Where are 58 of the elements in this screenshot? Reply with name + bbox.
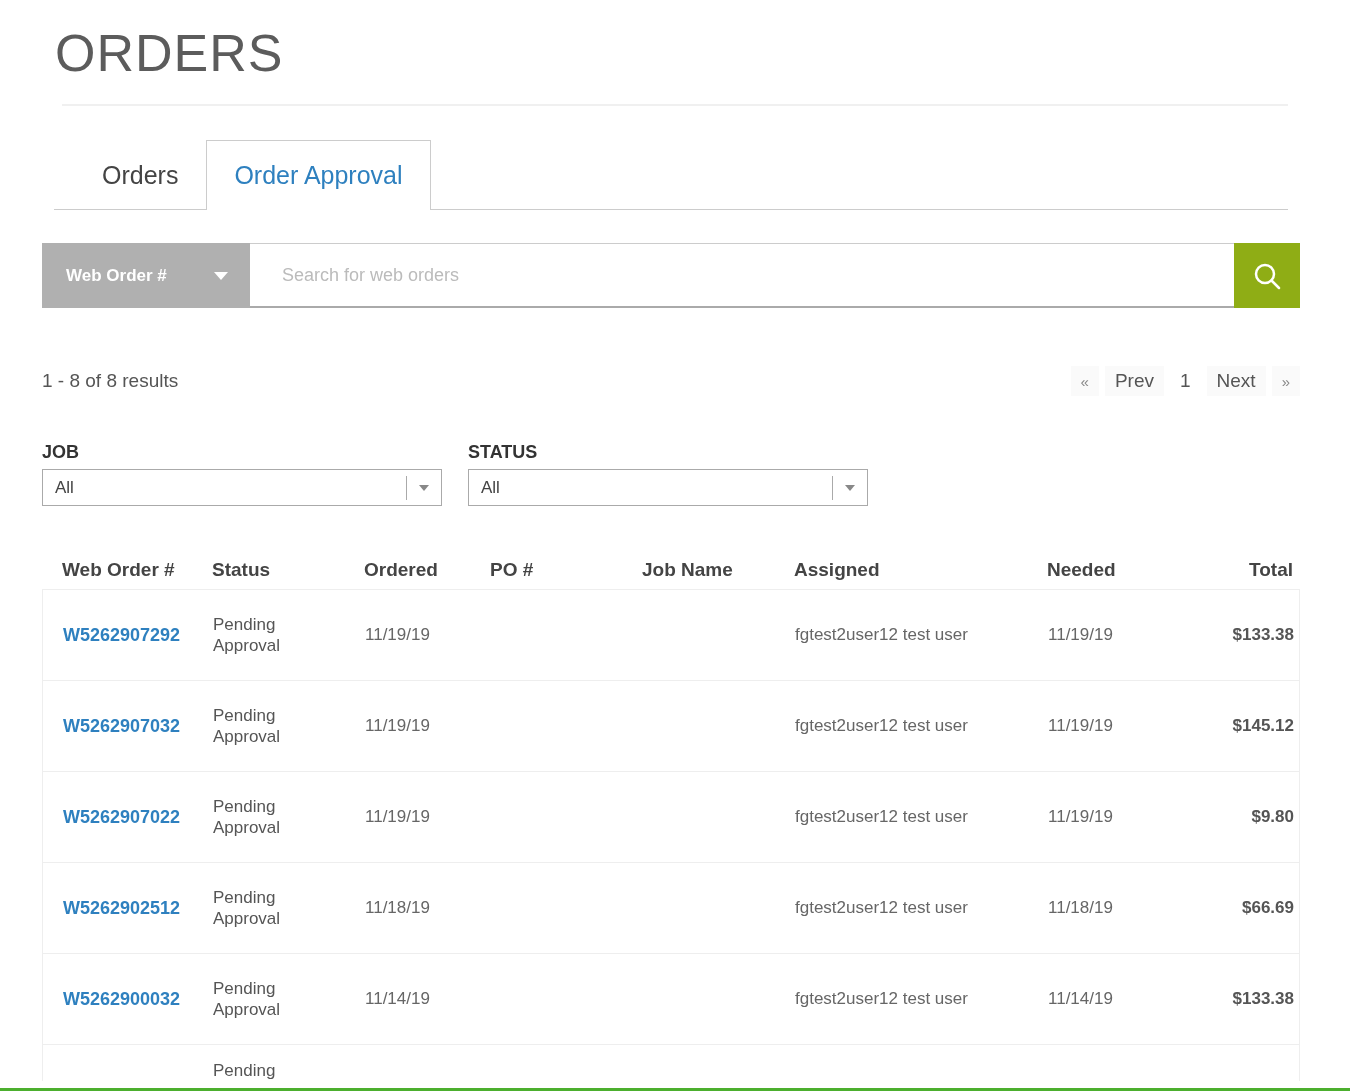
filter-label: JOB	[42, 442, 80, 463]
order-link[interactable]: W5262907032	[63, 715, 181, 736]
order-link[interactable]: W5262907292	[63, 624, 181, 645]
caret-icon	[419, 484, 429, 491]
column-header: Status	[212, 559, 272, 581]
caret-icon	[845, 484, 855, 491]
search-field[interactable]: Search for web orders	[250, 243, 1234, 308]
total-cell: $66.69	[1242, 898, 1294, 917]
date-cell: 11/18/19	[1048, 898, 1113, 917]
status-cell-text: Pending Approval	[213, 796, 282, 838]
last-page-link[interactable]: »	[1271, 366, 1300, 396]
order-link[interactable]: W5262902512	[63, 897, 181, 918]
status-cell-text: Pending Approval	[213, 887, 282, 929]
prev-link[interactable]: Prev	[1104, 366, 1164, 396]
order-link[interactable]: W5262900032	[63, 988, 181, 1009]
first-page-link[interactable]: «	[1070, 366, 1099, 396]
assigned-cell: fgtest2user12 test user	[795, 625, 968, 644]
date-cell: 11/19/19	[365, 716, 430, 735]
assigned-cell: fgtest2user12 test user	[795, 807, 968, 826]
date-cell: 11/19/19	[1048, 807, 1113, 826]
date-cell: 11/19/19	[1048, 716, 1113, 735]
total-cell: $133.38	[1232, 625, 1294, 644]
column-header: PO #	[490, 559, 535, 581]
column-header: Web Order #	[62, 559, 176, 581]
filter-label: STATUS	[468, 442, 539, 463]
status-cell-text: Pending	[213, 1060, 277, 1081]
tab[interactable]: Orders	[54, 140, 207, 210]
date-cell: 11/19/19	[365, 625, 430, 644]
status-cell-text: Pending Approval	[213, 705, 282, 747]
column-header: Ordered	[364, 559, 439, 581]
order-link[interactable]: W5262907022	[63, 806, 181, 827]
status-cell-text: Pending Approval	[213, 614, 282, 656]
results-count: 1 - 8 of 8 results	[42, 370, 179, 392]
column-header: Job Name	[642, 559, 734, 581]
total-cell: $9.80	[1251, 807, 1294, 826]
caret-icon	[214, 271, 228, 280]
filter-select[interactable]: All	[42, 469, 442, 506]
search-filter-dropdown[interactable]: Web Order #	[42, 243, 250, 308]
column-header: Assigned	[794, 559, 881, 581]
page-title: ORDERS	[54, 23, 285, 84]
next-link[interactable]: Next	[1206, 366, 1266, 396]
search-icon	[1253, 261, 1281, 290]
date-cell: 11/19/19	[365, 807, 430, 826]
assigned-cell: fgtest2user12 test user	[795, 716, 968, 735]
search-button[interactable]	[1234, 243, 1300, 308]
date-cell: 11/18/19	[365, 898, 430, 917]
date-cell: 11/14/19	[1048, 989, 1113, 1008]
tab[interactable]: Order Approval	[206, 140, 431, 210]
column-header: Total	[1248, 559, 1293, 581]
filter-select[interactable]: All	[468, 469, 868, 506]
total-cell: $133.38	[1232, 989, 1294, 1008]
column-header: Needed	[1047, 559, 1117, 581]
assigned-cell: fgtest2user12 test user	[795, 898, 968, 917]
date-cell: 11/19/19	[1048, 625, 1113, 644]
date-cell: 11/14/19	[365, 989, 430, 1008]
total-cell: $145.12	[1232, 716, 1294, 735]
assigned-cell: fgtest2user12 test user	[795, 989, 968, 1008]
status-cell-text: Pending Approval	[213, 978, 282, 1020]
